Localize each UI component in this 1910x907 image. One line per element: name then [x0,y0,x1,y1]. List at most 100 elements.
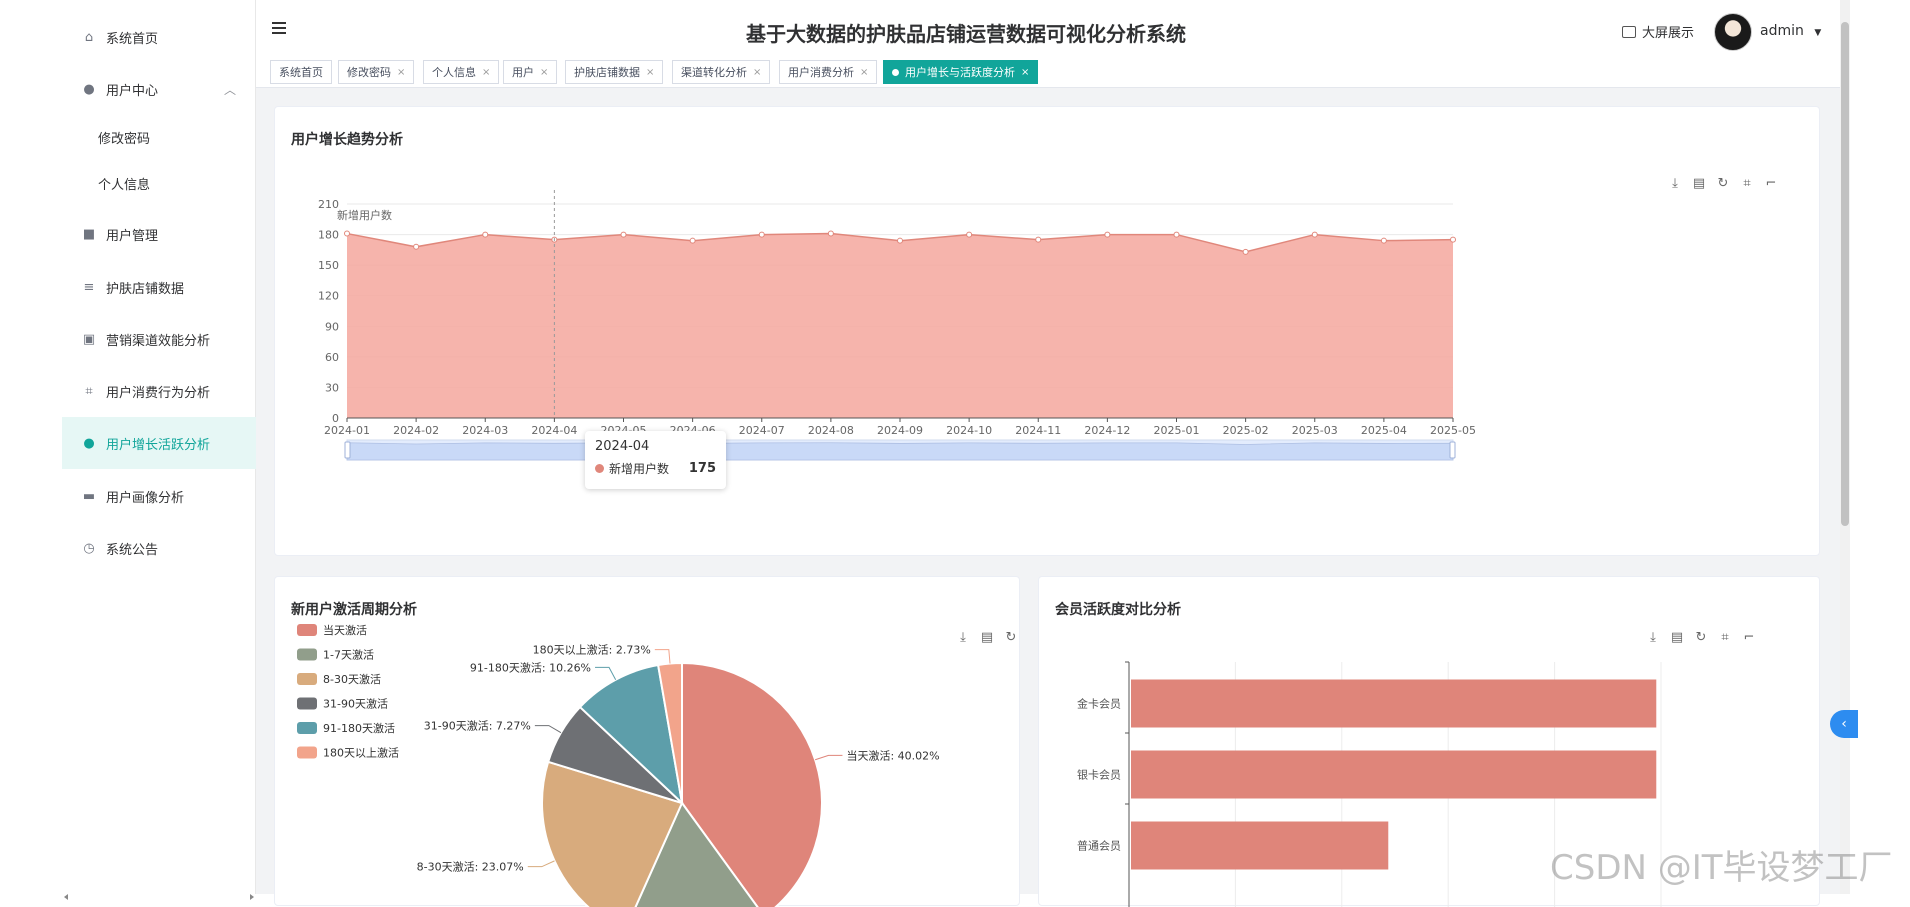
x-tick-label: 2024-11 [1015,424,1061,437]
user-menu[interactable]: admin ▼ [1760,23,1821,39]
message-icon: ▬ [82,488,96,504]
sidebar-item-store-data[interactable]: ≡ 护肤店铺数据 [62,261,256,313]
close-icon[interactable]: × [646,67,654,78]
sidebar-item-consumption-analysis[interactable]: ⌗ 用户消费行为分析 [62,365,256,417]
label-line [527,860,555,868]
data-point [1173,231,1180,238]
tab-bar: 系统首页 修改密码 × 个人信息 × 用户 × 护肤店铺数据 × 渠道转化分析 × 用户消… [256,56,1840,88]
tooltip-series: 新增用户数 [609,462,670,476]
x-tick-label: 2024-01 [324,424,370,437]
page-title: 基于大数据的护肤品店铺运营数据可视化分析系统 [746,22,1186,46]
crop-icon: ⌗ [85,383,93,399]
data-point [482,231,489,238]
close-icon[interactable]: × [860,67,868,78]
data-point [344,230,350,237]
y-tick-label: 210 [318,198,339,211]
tab-profile[interactable]: 个人信息 × [423,60,500,84]
x-tick-label: 2024-08 [808,424,854,437]
legend-label: 8-30天激活 [323,672,381,686]
y-axis-label: 新增用户数 [337,208,392,222]
series-area [347,233,1453,418]
x-tick-label: 2025-01 [1154,424,1200,437]
legend-swatch [297,722,317,734]
sidebar-item-change-password[interactable]: 修改密码 [62,111,256,163]
legend-label: 180天以上激活 [323,746,399,760]
y-tick-label: 金卡会员 [1077,697,1121,711]
bigscreen-button[interactable]: 大屏展示 [1622,22,1694,41]
datazoom-handle-right [1449,441,1456,459]
page-scrollbar[interactable] [1840,0,1850,894]
sidebar-item-channel-analysis[interactable]: ▣ 营销渠道效能分析 [62,313,256,365]
legend-label: 当天激活 [323,623,367,637]
data-point [1035,236,1042,243]
x-tick-label: 2024-04 [531,424,577,437]
legend-swatch [297,697,317,710]
sidebar-item-label: 用户管理 [106,228,159,244]
x-tick-label: 2025-04 [1361,424,1407,437]
x-tick-label: 2024-02 [393,424,439,437]
close-icon[interactable]: × [753,67,761,78]
sidebar-item-label: 护肤店铺数据 [106,281,185,297]
sidebar-item-label: 系统首页 [106,31,159,47]
data-point [1450,236,1456,243]
data-point [413,243,420,250]
tab-home[interactable]: 系统首页 [270,60,332,84]
y-tick-label: 90 [325,320,339,333]
sidebar-item-home[interactable]: ⌂ 系统首页 [62,11,256,63]
avatar[interactable] [1714,13,1752,51]
datazoom-preview [346,442,1454,461]
close-icon[interactable]: × [482,67,490,78]
sidebar-item-user-portrait[interactable]: ▬ 用户画像分析 [62,470,256,522]
monitor-icon [1622,25,1636,38]
scrollbar-thumb[interactable] [1841,22,1849,526]
sidebar-scrollbar[interactable] [62,886,256,900]
top-header: 基于大数据的护肤品店铺运营数据可视化分析系统 大屏展示 admin ▼ [256,0,1840,56]
caret-down-icon: ▼ [1814,28,1822,38]
close-icon[interactable]: × [1021,67,1029,78]
legend-dot-icon [595,464,604,473]
y-tick-label: 60 [325,351,339,364]
close-icon[interactable]: × [397,67,405,78]
sidebar-item-profile[interactable]: 个人信息 [62,157,256,209]
tab-consumption[interactable]: 用户消费分析 × [779,60,878,84]
tab-label: 个人信息 [432,66,476,79]
x-tick-label: 2024-03 [462,424,508,437]
y-tick-label: 180 [318,229,339,242]
tab-growth-activity[interactable]: 用户增长与活跃度分析 × [883,60,1039,84]
tab-label: 用户增长与活跃度分析 [905,66,1015,79]
legend-swatch [297,624,317,636]
growth-trend-card: 用户增长趋势分析 ⤓ ▤ ↻ ⌗ ⌐ 新增用户数 0 30 60 90 120 150 18… [274,106,1820,556]
growth-area-chart: 新增用户数 03060901201501802102024-01 2024-02 2… [318,190,1476,461]
sidebar-item-user-center[interactable]: ● 用户中心 ︿ [62,63,256,115]
x-tick-label: 2025-03 [1292,424,1338,437]
x-tick-label: 2024-07 [739,424,785,437]
legend-label: 91-180天激活 [323,721,395,735]
sidebar-item-notice[interactable]: ◷ 系统公告 [62,522,256,574]
folder-icon: ■ [82,226,96,242]
tab-user[interactable]: 用户 × [503,60,558,84]
close-icon[interactable]: × [540,67,548,78]
data-point [758,231,765,238]
sidebar: ⌂ 系统首页 ● 用户中心 ︿ 修改密码 个人信息 ■ 用户管理 ≡ 护肤店铺数… [62,0,256,900]
home-icon: ⌂ [84,29,94,45]
legend-label: 31-90天激活 [323,697,388,711]
sidebar-item-label: 用户画像分析 [106,490,185,506]
tooltip-value: 175 [688,461,716,476]
watermark: CSDN @IT毕设梦工厂 [1550,848,1893,888]
sidebar-item-growth-analysis[interactable]: ● 用户增长活跃分析 [62,417,256,469]
data-point [966,231,973,238]
chevron-left-icon[interactable]: ‹ [1830,710,1858,738]
tab-label: 修改密码 [347,66,391,79]
legend-swatch [297,673,317,685]
x-tick-label: 2025-05 [1430,424,1476,437]
tab-change-password[interactable]: 修改密码 × [338,60,415,84]
y-tick-label: 普通会员 [1077,839,1121,853]
tab-channel-conversion[interactable]: 渠道转化分析 × [672,60,771,84]
tab-store-data[interactable]: 护肤店铺数据 × [565,60,664,84]
sidebar-item-user-management[interactable]: ■ 用户管理 [62,208,256,260]
data-point [689,237,696,244]
chart-tooltip: 2024-04 新增用户数 175 [585,431,726,489]
data-point [1242,248,1249,255]
bigscreen-label: 大屏展示 [1642,26,1695,41]
sidebar-item-label: 个人信息 [98,177,151,193]
